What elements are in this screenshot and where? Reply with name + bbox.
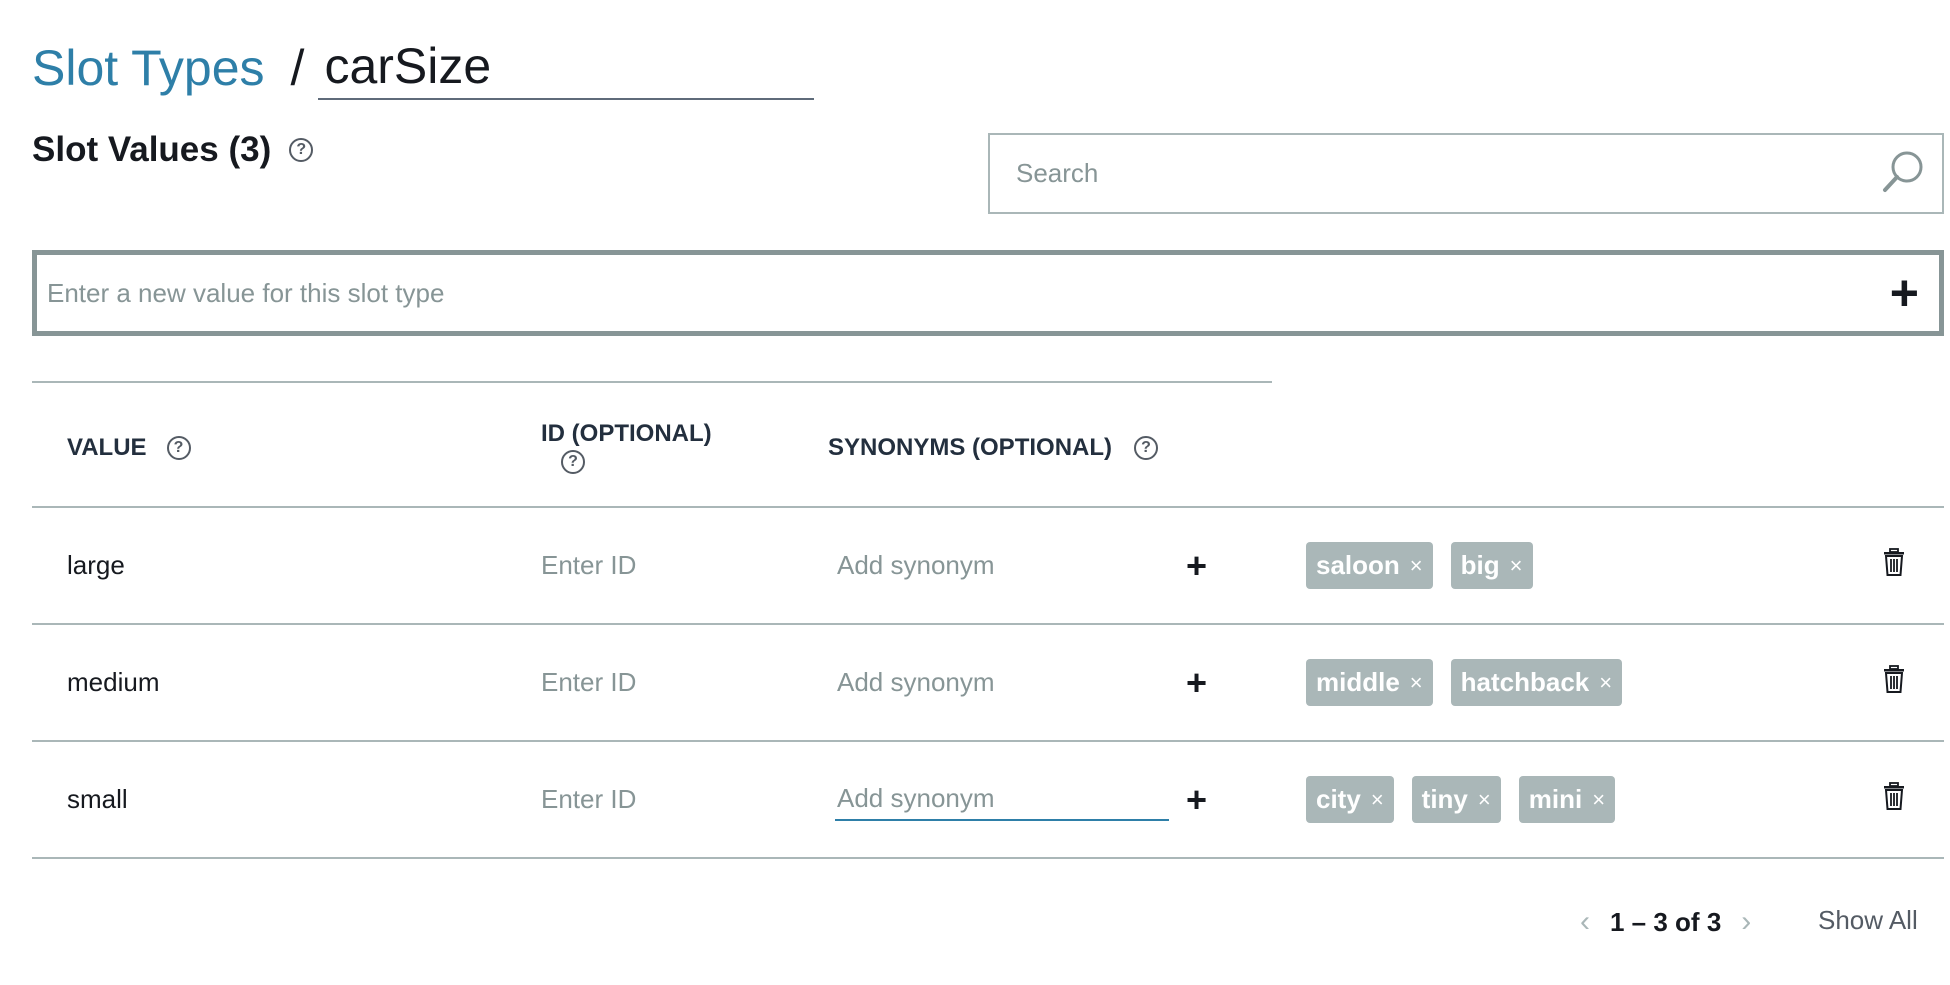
synonym-tag-label: middle xyxy=(1316,667,1400,697)
page-range: 1 – 3 of 3 xyxy=(1610,906,1722,937)
breadcrumb-separator: / xyxy=(290,40,305,96)
id-input[interactable] xyxy=(541,667,801,698)
next-page-icon[interactable]: › xyxy=(1741,905,1751,939)
header-value-label: VALUE xyxy=(67,434,147,461)
add-synonym-button[interactable]: + xyxy=(1186,662,1207,704)
header-value: VALUE ? xyxy=(67,434,191,462)
table-row: small + city × tiny × mini × xyxy=(32,742,1944,859)
remove-synonym-icon[interactable]: × xyxy=(1592,787,1605,813)
divider xyxy=(32,381,1272,383)
pagination: ‹ 1 – 3 of 3 › xyxy=(1580,905,1751,939)
slot-values-heading: Slot Values (3) ? xyxy=(32,130,314,170)
synonym-tag-label: hatchback xyxy=(1460,667,1590,697)
breadcrumb-slot-types-link[interactable]: Slot Types xyxy=(32,36,265,100)
add-synonym-button[interactable]: + xyxy=(1186,545,1207,587)
new-slot-value-box: + xyxy=(32,250,1944,336)
slot-value: small xyxy=(67,784,128,814)
synonym-tags: city × tiny × mini × xyxy=(1306,776,1616,823)
id-input[interactable] xyxy=(541,784,801,815)
table-header: VALUE ? ID (OPTIONAL) ? SYNONYMS (OPTION… xyxy=(32,400,1944,508)
synonym-input[interactable] xyxy=(835,544,1169,587)
remove-synonym-icon[interactable]: × xyxy=(1478,787,1491,813)
synonym-tag-label: city xyxy=(1316,784,1361,814)
search-box xyxy=(988,133,1944,214)
synonym-tag-label: mini xyxy=(1528,784,1583,814)
header-synonyms: SYNONYMS (OPTIONAL) ? xyxy=(828,434,1159,462)
remove-synonym-icon[interactable]: × xyxy=(1599,670,1612,696)
help-icon[interactable]: ? xyxy=(166,436,191,460)
search-icon[interactable] xyxy=(1880,148,1926,199)
synonym-tags: saloon × big × xyxy=(1306,542,1533,589)
delete-row-icon[interactable] xyxy=(1882,665,1906,700)
synonym-tag: tiny × xyxy=(1411,776,1501,823)
add-value-button[interactable]: + xyxy=(1890,268,1919,318)
slot-values-table: VALUE ? ID (OPTIONAL) ? SYNONYMS (OPTION… xyxy=(32,400,1944,859)
search-input[interactable] xyxy=(1016,158,1880,189)
help-icon[interactable]: ? xyxy=(1134,436,1159,460)
slot-type-name-field[interactable] xyxy=(318,34,815,100)
add-synonym-button[interactable]: + xyxy=(1186,779,1207,821)
remove-synonym-icon[interactable]: × xyxy=(1410,553,1423,579)
slot-values-title: Slot Values (3) xyxy=(32,130,272,169)
header-synonyms-label: SYNONYMS (OPTIONAL) xyxy=(828,434,1113,461)
delete-row-icon[interactable] xyxy=(1882,548,1906,583)
slot-value: medium xyxy=(67,667,160,697)
synonym-tag: middle × xyxy=(1306,659,1433,706)
synonym-tags: middle × hatchback × xyxy=(1306,659,1623,706)
table-row: medium + middle × hatchback × xyxy=(32,625,1944,742)
help-icon[interactable]: ? xyxy=(561,450,585,474)
synonym-tag: mini × xyxy=(1518,776,1616,823)
synonym-tag-label: tiny xyxy=(1421,784,1468,814)
header-id-label: ID (OPTIONAL) xyxy=(541,420,712,447)
synonym-tag-label: big xyxy=(1460,550,1500,580)
synonym-tag: hatchback × xyxy=(1450,659,1623,706)
synonym-tag: city × xyxy=(1306,776,1394,823)
synonym-tag-label: saloon xyxy=(1316,550,1400,580)
remove-synonym-icon[interactable]: × xyxy=(1510,553,1523,579)
synonym-input[interactable] xyxy=(835,661,1169,704)
help-icon[interactable]: ? xyxy=(289,138,314,162)
delete-row-icon[interactable] xyxy=(1882,782,1906,817)
table-row: large + saloon × big × xyxy=(32,508,1944,625)
synonym-input[interactable] xyxy=(835,778,1169,821)
header-id: ID (OPTIONAL) ? xyxy=(541,420,712,474)
slot-value: large xyxy=(67,550,125,580)
remove-synonym-icon[interactable]: × xyxy=(1410,670,1423,696)
new-slot-value-input[interactable] xyxy=(47,277,1890,309)
synonym-tag: saloon × xyxy=(1306,542,1433,589)
id-input[interactable] xyxy=(541,550,801,581)
previous-page-icon[interactable]: ‹ xyxy=(1580,905,1590,939)
remove-synonym-icon[interactable]: × xyxy=(1371,787,1384,813)
show-all-link[interactable]: Show All xyxy=(1818,905,1918,936)
breadcrumb: Slot Types / xyxy=(32,30,815,100)
synonym-tag: big × xyxy=(1450,542,1533,589)
